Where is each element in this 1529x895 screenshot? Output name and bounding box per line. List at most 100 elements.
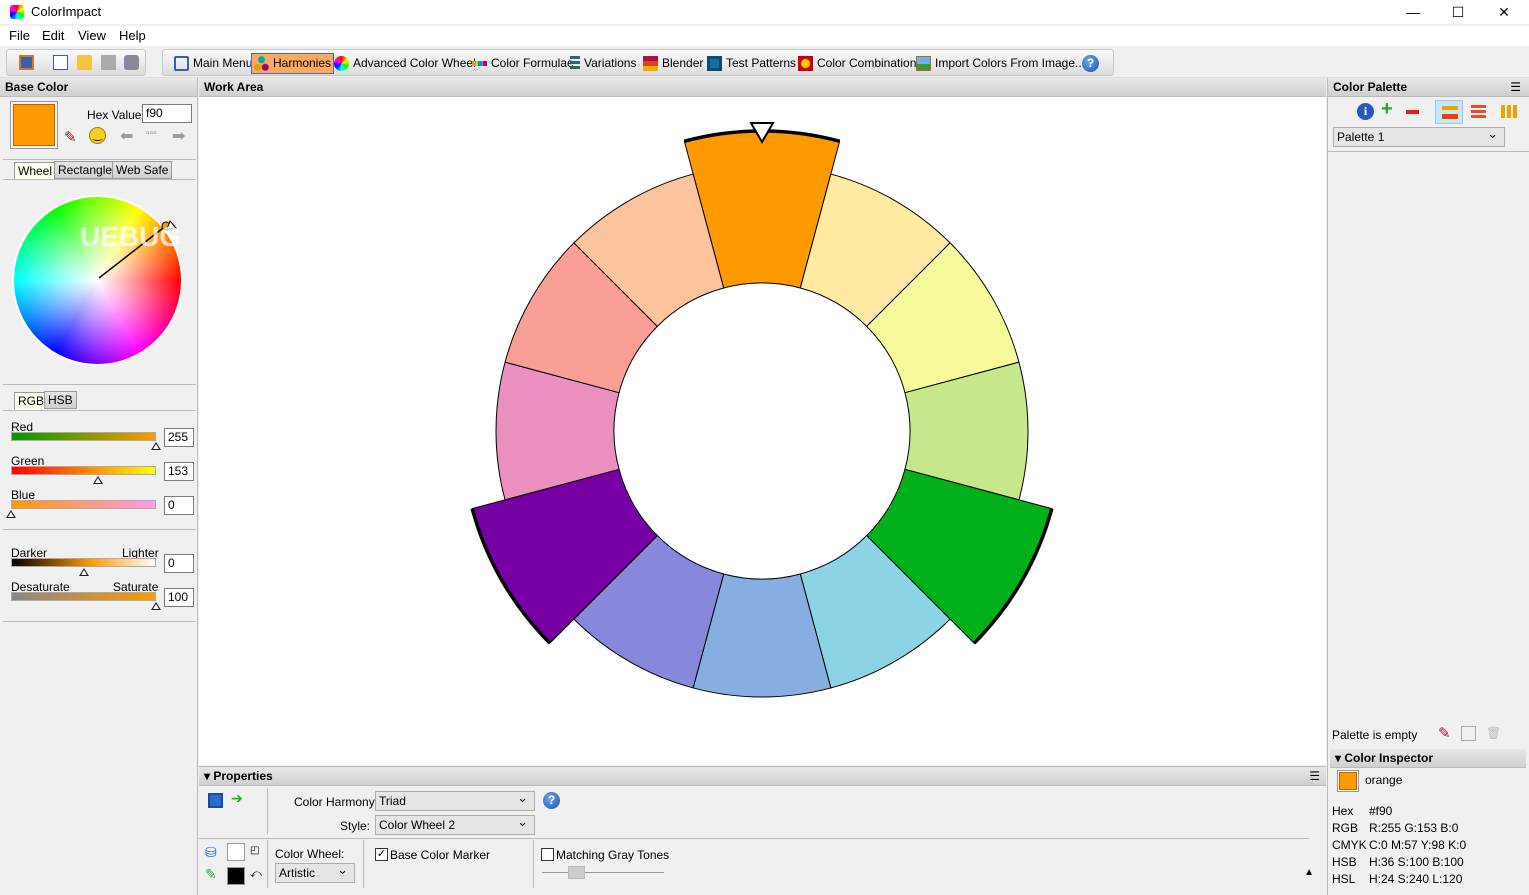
exit-icon[interactable] xyxy=(19,55,34,70)
save-icon[interactable] xyxy=(101,55,116,70)
color-palette-panel: Color Palette ☰ i + Palette 1 Palette is… xyxy=(1327,78,1529,895)
harmonies-icon xyxy=(254,56,269,71)
clear-palette-icon[interactable] xyxy=(1461,726,1476,741)
color-wheel-icon xyxy=(334,56,349,71)
toolbar-variations[interactable]: Variations xyxy=(568,53,638,74)
harmony-help-button[interactable]: ? xyxy=(543,792,560,809)
maximize-button[interactable]: ☐ xyxy=(1443,2,1473,22)
menu-view[interactable]: View xyxy=(78,28,106,43)
add-color-icon[interactable]: + xyxy=(1381,98,1393,121)
red-slider[interactable] xyxy=(11,432,156,441)
print-icon[interactable] xyxy=(124,55,139,70)
toolbar-advanced-color-wheel[interactable]: Advanced Color Wheel xyxy=(332,53,478,74)
properties-title: Properties xyxy=(213,769,273,783)
palette-empty-text: Palette is empty xyxy=(1332,728,1418,742)
inspector-key-hex: Hex xyxy=(1332,804,1354,818)
inspector-color-name: orange xyxy=(1365,773,1403,787)
menu-help[interactable]: Help xyxy=(119,28,146,43)
toolbar-color-formulae[interactable]: Color Formulae xyxy=(470,53,576,74)
toolbar-test-patterns[interactable]: Test Patterns xyxy=(705,53,798,74)
harmony-color-wheel[interactable] xyxy=(199,78,1326,765)
green-slider-thumb[interactable] xyxy=(93,476,103,484)
window-title: ColorImpact xyxy=(31,4,102,19)
saturation-slider-thumb[interactable] xyxy=(151,602,161,610)
collapse-arrow-icon[interactable]: ▲ xyxy=(1304,867,1314,878)
watermark-logo: UEBUG xyxy=(80,221,182,252)
toolbar-harmonies[interactable]: Harmonies xyxy=(251,53,335,74)
close-button[interactable]: ✕ xyxy=(1489,2,1519,22)
toolbar-import-colors[interactable]: Import Colors From Image... xyxy=(914,53,1087,74)
toolbar-blender[interactable]: Blender xyxy=(641,53,705,74)
fill-bucket-icon: ⛁ xyxy=(205,844,217,860)
saturation-slider[interactable] xyxy=(11,592,156,601)
color-wheel-select[interactable]: Artistic xyxy=(275,862,355,883)
blue-slider[interactable] xyxy=(11,500,156,509)
inspector-swatch xyxy=(1337,770,1359,792)
inspector-value-cmyk: C:0 M:57 Y:98 K:0 xyxy=(1369,838,1467,852)
properties-panel: ▾ Properties ☰ ➔ Color Harmony: Triad ? … xyxy=(199,766,1326,890)
grid-view-icon[interactable] xyxy=(1501,105,1518,118)
help-button[interactable]: ? xyxy=(1080,53,1101,74)
views-toolbar: Main Menu Harmonies Advanced Color Wheel… xyxy=(162,49,1114,76)
properties-header[interactable]: ▾ Properties xyxy=(199,767,1326,786)
lightness-slider[interactable] xyxy=(11,558,156,567)
reset-colors-icon[interactable]: ◰ xyxy=(250,845,259,856)
tab-rgb[interactable]: RGB xyxy=(14,392,49,410)
pencil-icon: ✎ xyxy=(205,866,217,882)
inspector-value-rgb: R:255 G:153 B:0 xyxy=(1369,821,1459,835)
new-file-icon[interactable] xyxy=(53,55,68,70)
saturation-input[interactable]: 100 xyxy=(164,588,194,607)
background-color-swatch[interactable] xyxy=(227,843,245,861)
lightness-slider-thumb[interactable] xyxy=(78,568,89,576)
green-input[interactable]: 153 xyxy=(164,462,194,481)
inspector-key-rgb: RGB xyxy=(1332,821,1359,835)
open-folder-icon[interactable] xyxy=(77,55,92,70)
blender-icon xyxy=(643,56,658,71)
base-color-marker-label: Base Color Marker xyxy=(390,848,491,862)
add-to-palette-icon[interactable]: ➔ xyxy=(231,790,243,807)
properties-menu-icon[interactable]: ☰ xyxy=(1309,769,1320,783)
menu-file[interactable]: File xyxy=(9,28,30,43)
trash-icon[interactable]: 🗑 xyxy=(1486,726,1501,740)
test-patterns-icon xyxy=(707,56,722,71)
red-slider-thumb[interactable] xyxy=(151,442,161,450)
color-combinations-icon xyxy=(798,56,813,71)
palette-eyedropper-icon[interactable]: ✎ xyxy=(1438,724,1451,742)
inspector-value-hsl: H:24 S:240 L:120 xyxy=(1369,872,1463,886)
menu-edit[interactable]: Edit xyxy=(42,28,64,43)
variations-icon xyxy=(570,56,580,71)
compact-list-view-icon[interactable] xyxy=(1471,105,1486,119)
swap-colors-icon[interactable]: ⤺ xyxy=(250,868,262,881)
palette-menu-icon[interactable]: ☰ xyxy=(1510,80,1521,94)
palette-select[interactable]: Palette 1 xyxy=(1333,126,1505,147)
toolbar-main-menu[interactable]: Main Menu xyxy=(172,53,254,74)
title-bar: ColorImpact — ☐ ✕ xyxy=(0,0,1529,24)
gray-tones-slider[interactable] xyxy=(542,872,664,873)
save-harmony-icon[interactable] xyxy=(208,793,223,808)
base-color-marker-checkbox[interactable]: ✓ xyxy=(375,848,388,861)
blue-input[interactable]: 0 xyxy=(164,496,194,515)
color-harmony-select[interactable]: Triad xyxy=(375,790,535,811)
red-input[interactable]: 255 xyxy=(164,428,194,447)
tab-hsb[interactable]: HSB xyxy=(44,391,77,409)
toolbar-color-combinations[interactable]: Color Combinations xyxy=(796,53,924,74)
color-harmony-label: Color Harmony: xyxy=(294,795,379,809)
import-image-icon xyxy=(916,56,931,71)
style-label: Style: xyxy=(340,819,371,833)
gray-tones-slider-thumb[interactable] xyxy=(568,866,585,879)
lightness-input[interactable]: 0 xyxy=(164,554,194,573)
color-inspector-header[interactable]: ▾ Color Inspector xyxy=(1330,749,1526,768)
file-toolbar xyxy=(6,49,146,76)
inspector-value-hsb: H:36 S:100 B:100 xyxy=(1369,855,1464,869)
minimize-button[interactable]: — xyxy=(1398,2,1428,22)
help-icon: ? xyxy=(1082,55,1099,72)
blue-slider-thumb[interactable] xyxy=(6,510,16,518)
green-slider[interactable] xyxy=(11,466,156,475)
info-icon[interactable]: i xyxy=(1357,103,1374,120)
remove-color-icon[interactable] xyxy=(1406,110,1419,114)
matching-gray-tones-checkbox[interactable] xyxy=(541,848,554,861)
line-color-swatch[interactable] xyxy=(227,867,245,885)
work-area: Work Area xyxy=(199,78,1326,765)
style-select[interactable]: Color Wheel 2 xyxy=(375,814,535,835)
list-view-button[interactable] xyxy=(1435,100,1463,124)
